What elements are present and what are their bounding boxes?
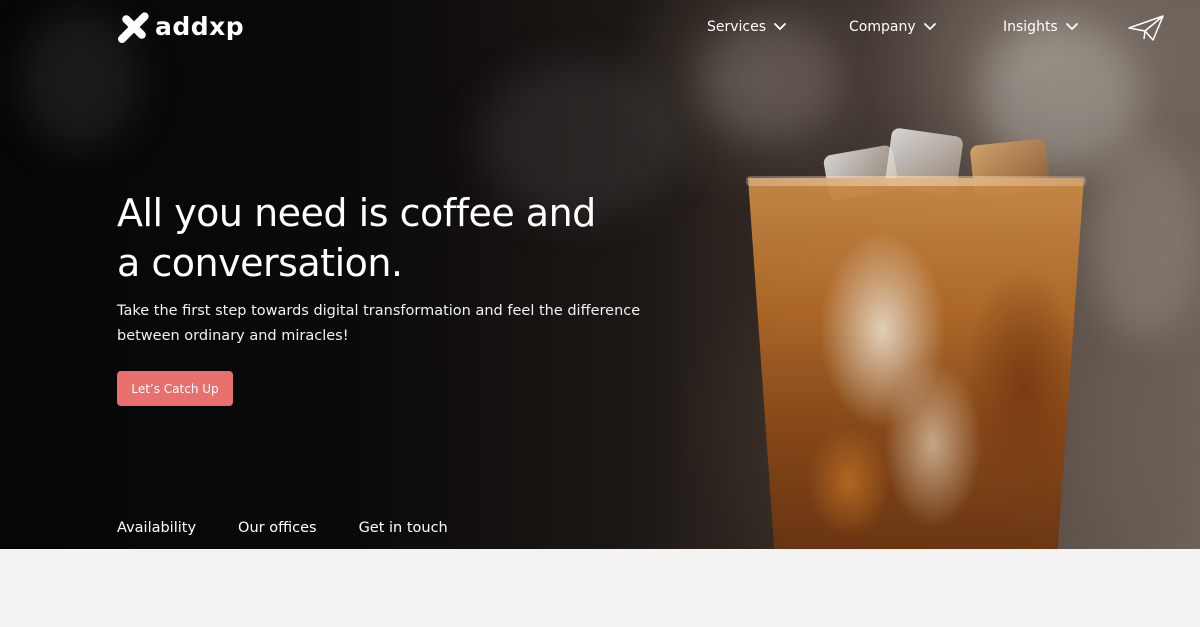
nav-company[interactable]: Company [849, 17, 936, 37]
hero-headline: All you need is coffee and a conversatio… [117, 188, 677, 288]
background-bokeh [1070, 360, 1190, 510]
nav-label: Insights [1003, 19, 1058, 35]
nav-label: Services [707, 19, 767, 35]
glass-rim [746, 176, 1086, 186]
hero-bottom-links: Availability Our offices Get in touch [117, 520, 490, 536]
nav-insights[interactable]: Insights [1003, 17, 1078, 37]
chevron-down-icon [774, 23, 786, 31]
background-bokeh [1090, 140, 1200, 340]
hero-subtext: Take the first step towards digital tran… [117, 299, 657, 349]
chevron-down-icon [923, 23, 936, 31]
headline-line: a conversation. [117, 241, 403, 285]
brand-logo[interactable]: addxp [117, 10, 244, 44]
get-in-touch-link[interactable]: Get in touch [359, 520, 448, 536]
our-offices-link[interactable]: Our offices [238, 520, 317, 536]
logo-mark-icon [117, 12, 149, 44]
headline-line: All you need is coffee and [117, 191, 596, 235]
background-bokeh [700, 20, 840, 140]
nav-label: Company [849, 19, 916, 35]
brand-name: addxp [155, 12, 245, 41]
subtext-line: Take the first step towards digital tran… [117, 303, 641, 319]
iced-coffee-glass [748, 178, 1084, 549]
availability-link[interactable]: Availability [117, 520, 196, 536]
page-below-hero [0, 549, 1200, 627]
subtext-line: between ordinary and miracles! [117, 328, 349, 344]
nav-services[interactable]: Services [707, 17, 786, 37]
catch-up-button[interactable]: Let’s Catch Up [117, 371, 233, 406]
chevron-down-icon [1065, 23, 1078, 31]
paper-plane-icon[interactable] [1127, 14, 1165, 42]
